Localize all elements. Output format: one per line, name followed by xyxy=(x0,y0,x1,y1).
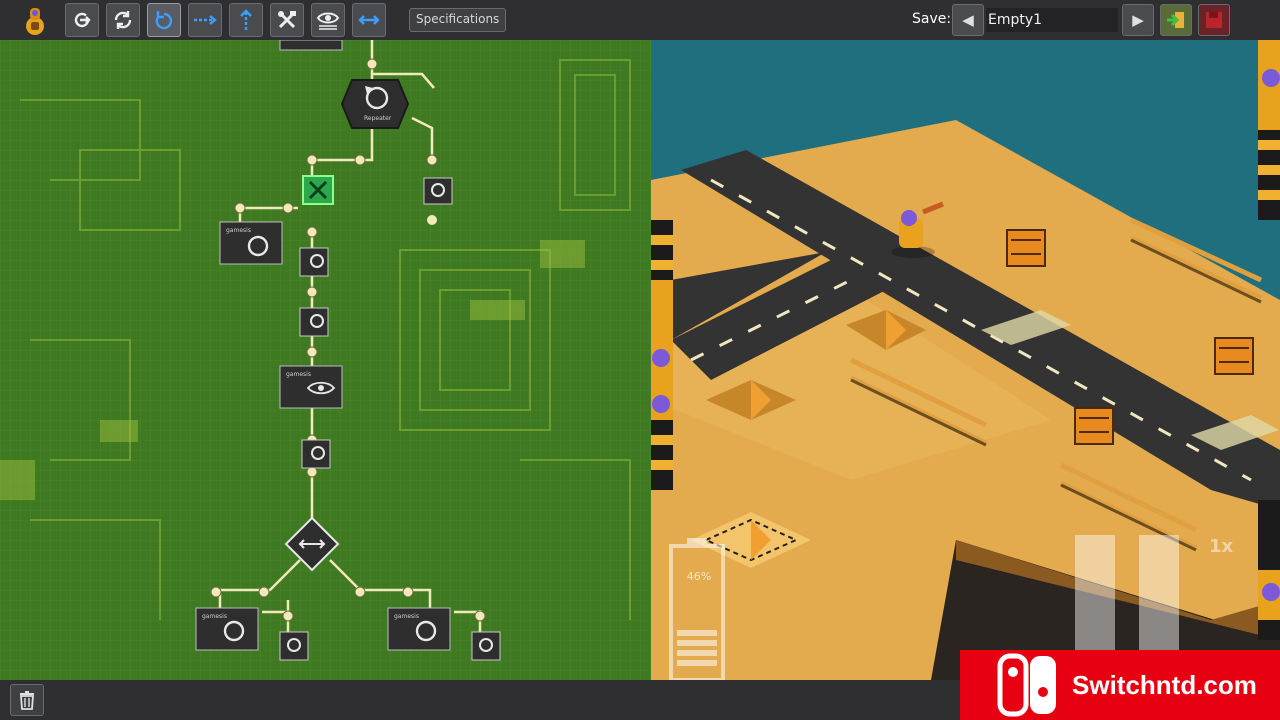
rotate-chip-3[interactable]: gamesis xyxy=(387,607,451,651)
turn-left-button[interactable] xyxy=(147,3,181,37)
previous-slot-icon: ◀ xyxy=(962,11,974,29)
game-world-view[interactable]: 46% 1x xyxy=(651,40,1280,680)
swap-arrows-button[interactable] xyxy=(352,3,386,37)
dashed-arrow-icon xyxy=(194,15,217,25)
rotate-chip-1[interactable]: gamesis xyxy=(219,221,283,265)
svg-text:gamesis: gamesis xyxy=(394,613,419,620)
move-chip-1[interactable] xyxy=(299,247,329,277)
up-arrow-button[interactable] xyxy=(229,3,263,37)
tools-chip[interactable] xyxy=(302,175,334,205)
move-forward-button[interactable] xyxy=(65,3,99,37)
up-arrow-icon xyxy=(240,9,252,30)
program-board[interactable]: Repeater gamesis gamesis gamesis gamesis xyxy=(0,40,651,680)
bottom-bar xyxy=(0,680,960,720)
previous-slot-button[interactable]: ◀ xyxy=(952,4,984,36)
circuit-board: Repeater gamesis gamesis gamesis gamesis xyxy=(0,40,651,680)
save-label: Save: xyxy=(912,11,952,27)
rotate-icon xyxy=(114,11,132,29)
next-slot-icon: ▶ xyxy=(1132,11,1144,29)
rotate-chip-2[interactable]: gamesis xyxy=(195,607,259,651)
rotate-button[interactable] xyxy=(106,3,140,37)
next-slot-button[interactable]: ▶ xyxy=(1122,4,1154,36)
svg-text:gamesis: gamesis xyxy=(286,371,311,378)
turn-left-icon xyxy=(155,11,173,30)
tools-icon xyxy=(278,11,296,29)
crate-3 xyxy=(1074,407,1114,445)
save-button[interactable] xyxy=(1198,4,1230,36)
svg-text:Repeater: Repeater xyxy=(364,115,392,122)
save-disk-icon xyxy=(1206,12,1222,28)
swap-arrows-icon xyxy=(358,15,380,25)
character-icon[interactable] xyxy=(20,4,50,36)
isometric-level xyxy=(651,40,1280,680)
move-chip-4[interactable] xyxy=(279,631,309,661)
eye-scan-icon xyxy=(316,12,340,30)
speed-indicator[interactable]: 1x xyxy=(1209,536,1233,557)
watermark-text: Switchntd.com xyxy=(1072,669,1257,700)
eye-scan-button[interactable] xyxy=(311,3,345,37)
top-toolbar: Specifications Save: ◀ Empty1 ▶ xyxy=(0,0,1280,40)
battery-percent: 46% xyxy=(686,570,712,583)
move-forward-icon xyxy=(74,12,91,28)
crate-2 xyxy=(1214,337,1254,375)
crate-1 xyxy=(1006,229,1046,267)
load-icon xyxy=(1167,12,1184,28)
load-button[interactable] xyxy=(1160,4,1192,36)
svg-text:gamesis: gamesis xyxy=(202,613,227,620)
specifications-button[interactable]: Specifications xyxy=(409,8,507,32)
tools-button[interactable] xyxy=(270,3,304,37)
svg-text:gamesis: gamesis xyxy=(226,227,251,234)
dashed-arrow-button[interactable] xyxy=(188,3,222,37)
repeater-chip[interactable]: Repeater xyxy=(340,79,410,129)
delete-button[interactable] xyxy=(10,684,44,716)
switch-logo-icon xyxy=(997,653,1056,717)
move-chip-5[interactable] xyxy=(471,631,501,661)
save-slot-name[interactable]: Empty1 xyxy=(986,8,1118,32)
move-chip-2[interactable] xyxy=(299,307,329,337)
move-chip-3[interactable] xyxy=(301,439,331,469)
trash-icon xyxy=(20,691,34,710)
watermark-logo: Switchntd.com xyxy=(960,650,1280,720)
sensor-chip-small-1[interactable] xyxy=(423,177,453,205)
eye-chip[interactable]: gamesis xyxy=(279,365,343,409)
